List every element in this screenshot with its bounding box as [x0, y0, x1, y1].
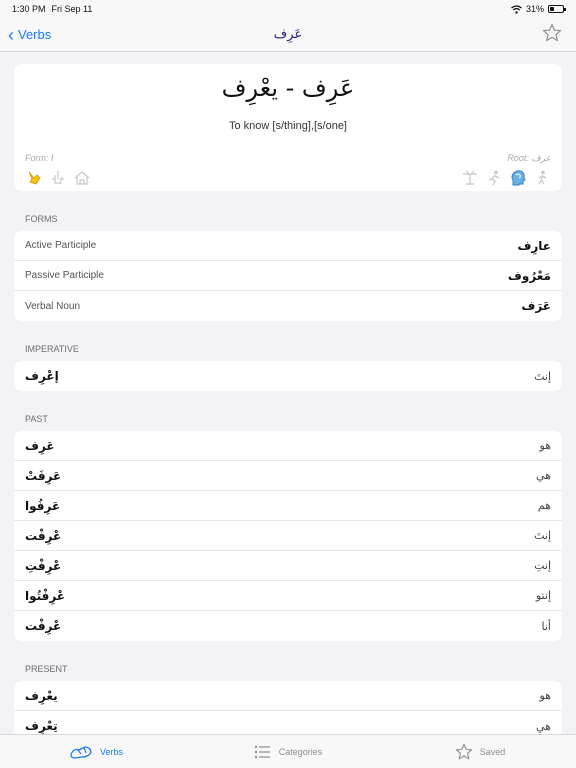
form-label: Verbal Noun	[25, 300, 81, 312]
present-list: يعْرِف هو تِعْرِف هي	[14, 681, 562, 734]
conjugation-value: عْرِفْتِ	[25, 558, 62, 573]
conjugation-value: إعْرِف	[25, 369, 59, 383]
head-brain-icon[interactable]	[509, 169, 527, 187]
hand-pointing-icon[interactable]	[25, 169, 43, 187]
form-row-active-participle[interactable]: Active Participle عارِف	[14, 231, 562, 261]
home-icon[interactable]	[73, 169, 91, 187]
tab-label: Verbs	[99, 746, 123, 757]
verb-meaning: To know [s/thing],[s/one]	[228, 120, 347, 132]
battery-icon	[548, 5, 566, 13]
tab-bar: Verbs Categories Saved	[0, 734, 576, 768]
favorite-star-button[interactable]	[542, 23, 562, 43]
conjugation-value: عْرِفْت	[25, 528, 62, 543]
verb-form: Form: I	[25, 153, 54, 163]
conjugation-value: عَرِفَتْ	[25, 468, 62, 483]
imperative-list: إعْرِف إنتَ	[14, 361, 562, 391]
conjugation-value: تِعْرِف	[25, 719, 58, 733]
form-row-verbal-noun[interactable]: Verbal Noun عَرَف	[14, 291, 562, 321]
form-label: Passive Participle	[25, 270, 104, 281]
pronoun-label: هي	[536, 719, 551, 733]
pronoun-label: هي	[536, 469, 551, 482]
conjugation-row[interactable]: إعْرِف إنتَ	[14, 361, 562, 391]
conjugation-value: يعْرِف	[25, 688, 58, 703]
plane-icon[interactable]	[461, 169, 479, 187]
form-label: Active Participle	[25, 240, 97, 251]
back-button[interactable]: ‹ Verbs	[0, 26, 51, 44]
tab-saved[interactable]: Saved	[384, 735, 576, 768]
back-label: Verbs	[18, 27, 52, 42]
battery-percent: 31%	[525, 4, 544, 14]
form-row-passive-participle[interactable]: Passive Participle مَعْرُوف	[14, 261, 562, 291]
conjugation-row[interactable]: تِعْرِف هي	[14, 711, 562, 734]
navigation-bar: ‹ Verbs عَرِف	[0, 18, 576, 52]
section-title-imperative: IMPERATIVE	[25, 344, 79, 354]
conjugation-row[interactable]: عْرِفْتُوا إنتو	[14, 581, 562, 611]
verb-heading: عَرِف - يعْرِف	[221, 74, 355, 102]
conjugation-value: عَرِف	[25, 438, 55, 453]
running-person-icon[interactable]	[485, 169, 503, 187]
chevron-left-icon: ‹	[8, 24, 14, 45]
pronoun-label: إنتِ	[534, 559, 551, 572]
star-icon	[455, 743, 473, 759]
pronoun-label: أنا	[541, 619, 551, 633]
list-icon	[254, 745, 270, 758]
verb-root: Root: عرف	[507, 153, 551, 163]
past-list: عَرِف هو عَرِفَتْ هي عَرِفُوا هم عْرِفْت…	[14, 431, 562, 641]
pronoun-label: إنتَ	[534, 369, 551, 383]
conjugation-row[interactable]: عَرِفُوا هم	[14, 491, 562, 521]
pronoun-label: إنتو	[535, 589, 551, 602]
conjugation-value: عَرِفُوا	[25, 498, 61, 513]
pronoun-label: هو	[539, 439, 551, 452]
forms-list: Active Participle عارِف Passive Particip…	[14, 231, 562, 321]
pronoun-label: هم	[537, 499, 551, 512]
conjugation-row[interactable]: عْرِفْتِ إنتِ	[14, 551, 562, 581]
conjugation-row[interactable]: عْرِفْت إنتَ	[14, 521, 562, 551]
status-time: 1:30 PM	[12, 4, 46, 14]
tab-categories[interactable]: Categories	[192, 735, 384, 768]
verb-card: عَرِف - يعْرِف To know [s/thing],[s/one]…	[14, 64, 562, 191]
conjugation-row[interactable]: يعْرِف هو	[14, 681, 562, 711]
scroll-content[interactable]: عَرِف - يعْرِف To know [s/thing],[s/one]…	[0, 52, 576, 734]
section-title-past: PAST	[25, 414, 48, 424]
form-value: عَرَف	[521, 299, 551, 313]
conjugation-value: عْرِفْت	[25, 619, 62, 633]
conjugation-value: عْرِفْتُوا	[25, 588, 66, 603]
form-value: مَعْرُوف	[507, 268, 551, 283]
tab-label: Saved	[479, 746, 506, 757]
page-title: عَرِف	[273, 27, 303, 42]
pronoun-label: هو	[539, 689, 551, 702]
verbs-icon	[70, 745, 92, 759]
conjugation-row[interactable]: عَرِف هو	[14, 431, 562, 461]
form-value: عارِف	[517, 238, 551, 253]
tab-label: Categories	[278, 746, 323, 757]
conjugation-row[interactable]: عَرِفَتْ هي	[14, 461, 562, 491]
status-date: Fri Sep 11	[51, 4, 93, 14]
conjugation-row[interactable]: عْرِفْت أنا	[14, 611, 562, 641]
hand-up-icon[interactable]	[49, 169, 67, 187]
pronoun-label: إنتَ	[534, 529, 551, 542]
walking-person-icon[interactable]	[533, 169, 551, 187]
tab-verbs[interactable]: Verbs	[0, 735, 192, 768]
wifi-icon	[511, 4, 522, 14]
status-bar: 1:30 PM Fri Sep 11 31%	[0, 0, 576, 18]
section-title-forms: FORMS	[25, 214, 58, 224]
section-title-present: PRESENT	[25, 664, 68, 674]
